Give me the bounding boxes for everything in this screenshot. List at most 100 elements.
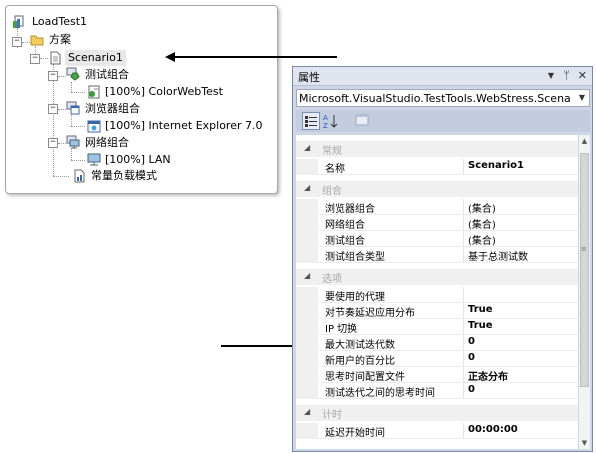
property-name: 网络组合 <box>325 220 365 231</box>
row-divider <box>318 438 578 439</box>
tree-load-pattern-label: 常量负载模式 <box>91 169 157 182</box>
tree-test-mix-label: 测试组合 <box>85 68 129 81</box>
row-divider <box>318 262 578 263</box>
properties-title: 属性 <box>298 71 320 84</box>
collapse-toggle[interactable]: − <box>30 54 40 64</box>
property-name: 测试组合类型 <box>325 252 385 263</box>
scroll-grip-icon: ≡ <box>581 245 587 253</box>
collapse-toggle[interactable]: − <box>12 37 22 47</box>
category-label: 组合 <box>322 186 342 197</box>
folder-icon <box>30 33 44 47</box>
properties-window: 属性 ▼ ᛘ ✕ Microsoft.VisualStudio.TestTool… <box>292 66 593 452</box>
scenario-page-icon <box>48 51 62 65</box>
property-value[interactable]: 0 <box>468 336 475 347</box>
property-pages-button[interactable] <box>354 112 372 130</box>
property-row[interactable]: 测试组合 (集合) <box>296 231 578 247</box>
property-row[interactable]: 思考时间配置文件 正态分布 <box>296 367 578 383</box>
row-gutter <box>296 335 318 351</box>
column-divider[interactable] <box>463 231 464 247</box>
collapse-toggle[interactable]: − <box>48 104 58 114</box>
property-row[interactable]: 名称 Scenario1 <box>296 159 578 175</box>
property-value[interactable]: (集合) <box>468 216 496 231</box>
network-mix-icon <box>66 135 80 149</box>
scrollbar-thumb[interactable] <box>580 153 589 387</box>
column-divider[interactable] <box>463 335 464 351</box>
property-value[interactable]: 基于总测试数 <box>468 248 528 263</box>
scroll-down-icon[interactable]: ▼ <box>579 437 590 449</box>
categorized-button[interactable] <box>302 112 320 130</box>
row-gutter <box>296 303 318 319</box>
properties-title-bar[interactable]: 属性 ▼ ᛘ ✕ <box>293 67 592 86</box>
collapse-triangle-icon[interactable]: ◢ <box>304 183 310 192</box>
property-grid-scrollbar[interactable]: ▲ ≡ ▼ <box>579 135 590 449</box>
property-name: 要使用的代理 <box>325 292 385 303</box>
collapse-triangle-icon[interactable]: ◢ <box>304 271 310 280</box>
web-test-icon <box>87 85 101 99</box>
scroll-up-icon[interactable]: ▲ <box>579 135 590 147</box>
column-divider[interactable] <box>463 423 464 439</box>
chevron-down-icon[interactable]: ▼ <box>575 90 589 106</box>
property-value[interactable]: True <box>468 304 493 315</box>
row-gutter <box>296 351 318 367</box>
property-name: 延迟开始时间 <box>325 428 385 439</box>
category-header[interactable]: ◢ 组合 <box>296 181 578 197</box>
property-value[interactable]: (集合) <box>468 200 496 215</box>
property-name: 最大测试迭代数 <box>325 340 395 351</box>
alphabetical-button[interactable]: AZ <box>322 112 340 130</box>
category-header[interactable]: ◢ 计时 <box>296 405 578 421</box>
property-row[interactable]: 网络组合 (集合) <box>296 215 578 231</box>
column-divider[interactable] <box>463 351 464 367</box>
category-header[interactable]: ◢ 常规 <box>296 141 578 157</box>
row-gutter <box>296 159 318 175</box>
property-value[interactable]: (集合) <box>468 232 496 247</box>
column-divider[interactable] <box>463 199 464 215</box>
properties-toolbar: AZ <box>296 110 590 132</box>
column-divider[interactable] <box>463 303 464 319</box>
column-divider[interactable] <box>463 247 464 263</box>
property-value[interactable]: 正态分布 <box>468 368 508 383</box>
property-row[interactable]: 对节奏延迟应用分布 True <box>296 303 578 319</box>
property-name: IP 切换 <box>325 324 358 335</box>
row-gutter <box>296 383 318 399</box>
tree-browser-item-label: [100%] Internet Explorer 7.0 <box>105 119 263 132</box>
property-value[interactable]: 0 <box>468 384 475 395</box>
column-divider[interactable] <box>463 367 464 383</box>
row-gutter <box>296 215 318 231</box>
collapse-triangle-icon[interactable]: ◢ <box>304 143 310 152</box>
collapse-toggle[interactable]: − <box>48 138 58 148</box>
column-divider[interactable] <box>463 287 464 303</box>
property-value[interactable]: True <box>468 320 493 331</box>
tree-network-item-label: [100%] LAN <box>105 153 171 166</box>
close-icon[interactable]: ✕ <box>578 69 587 82</box>
load-test-icon <box>12 15 26 29</box>
property-row[interactable]: IP 切换 True <box>296 319 578 335</box>
column-divider[interactable] <box>463 215 464 231</box>
column-divider[interactable] <box>463 383 464 399</box>
property-row[interactable]: 浏览器组合 (集合) <box>296 199 578 215</box>
property-value[interactable]: 00:00:00 <box>468 424 518 435</box>
property-value[interactable]: 0 <box>468 352 475 363</box>
property-name: 浏览器组合 <box>325 204 375 215</box>
property-value[interactable]: Scenario1 <box>468 160 524 171</box>
browser-mix-icon <box>66 101 80 115</box>
object-selector[interactable]: Microsoft.VisualStudio.TestTools.WebStre… <box>296 89 590 107</box>
column-divider[interactable] <box>463 319 464 335</box>
property-row[interactable]: 测试组合类型 基于总测试数 <box>296 247 578 263</box>
property-row[interactable]: 延迟开始时间 00:00:00 <box>296 423 578 439</box>
property-row[interactable]: 新用户的百分比 0 <box>296 351 578 367</box>
collapse-toggle[interactable]: − <box>48 71 58 81</box>
svg-text:A: A <box>323 114 328 122</box>
category-header[interactable]: ◢ 选项 <box>296 269 578 285</box>
row-gutter <box>296 231 318 247</box>
property-row[interactable]: 要使用的代理 <box>296 287 578 303</box>
collapse-triangle-icon[interactable]: ◢ <box>304 407 310 416</box>
property-row[interactable]: 测试迭代之间的思考时间 0 <box>296 383 578 399</box>
column-divider[interactable] <box>463 159 464 175</box>
tree-browser-mix-label: 浏览器组合 <box>85 102 140 115</box>
pin-icon[interactable]: ᛘ <box>563 69 570 82</box>
load-pattern-icon <box>72 169 86 183</box>
tree-scenario-label: Scenario1 <box>65 50 126 66</box>
dropdown-arrow-icon[interactable]: ▼ <box>548 71 554 80</box>
property-row[interactable]: 最大测试迭代数 0 <box>296 335 578 351</box>
svg-text:Z: Z <box>323 122 328 130</box>
